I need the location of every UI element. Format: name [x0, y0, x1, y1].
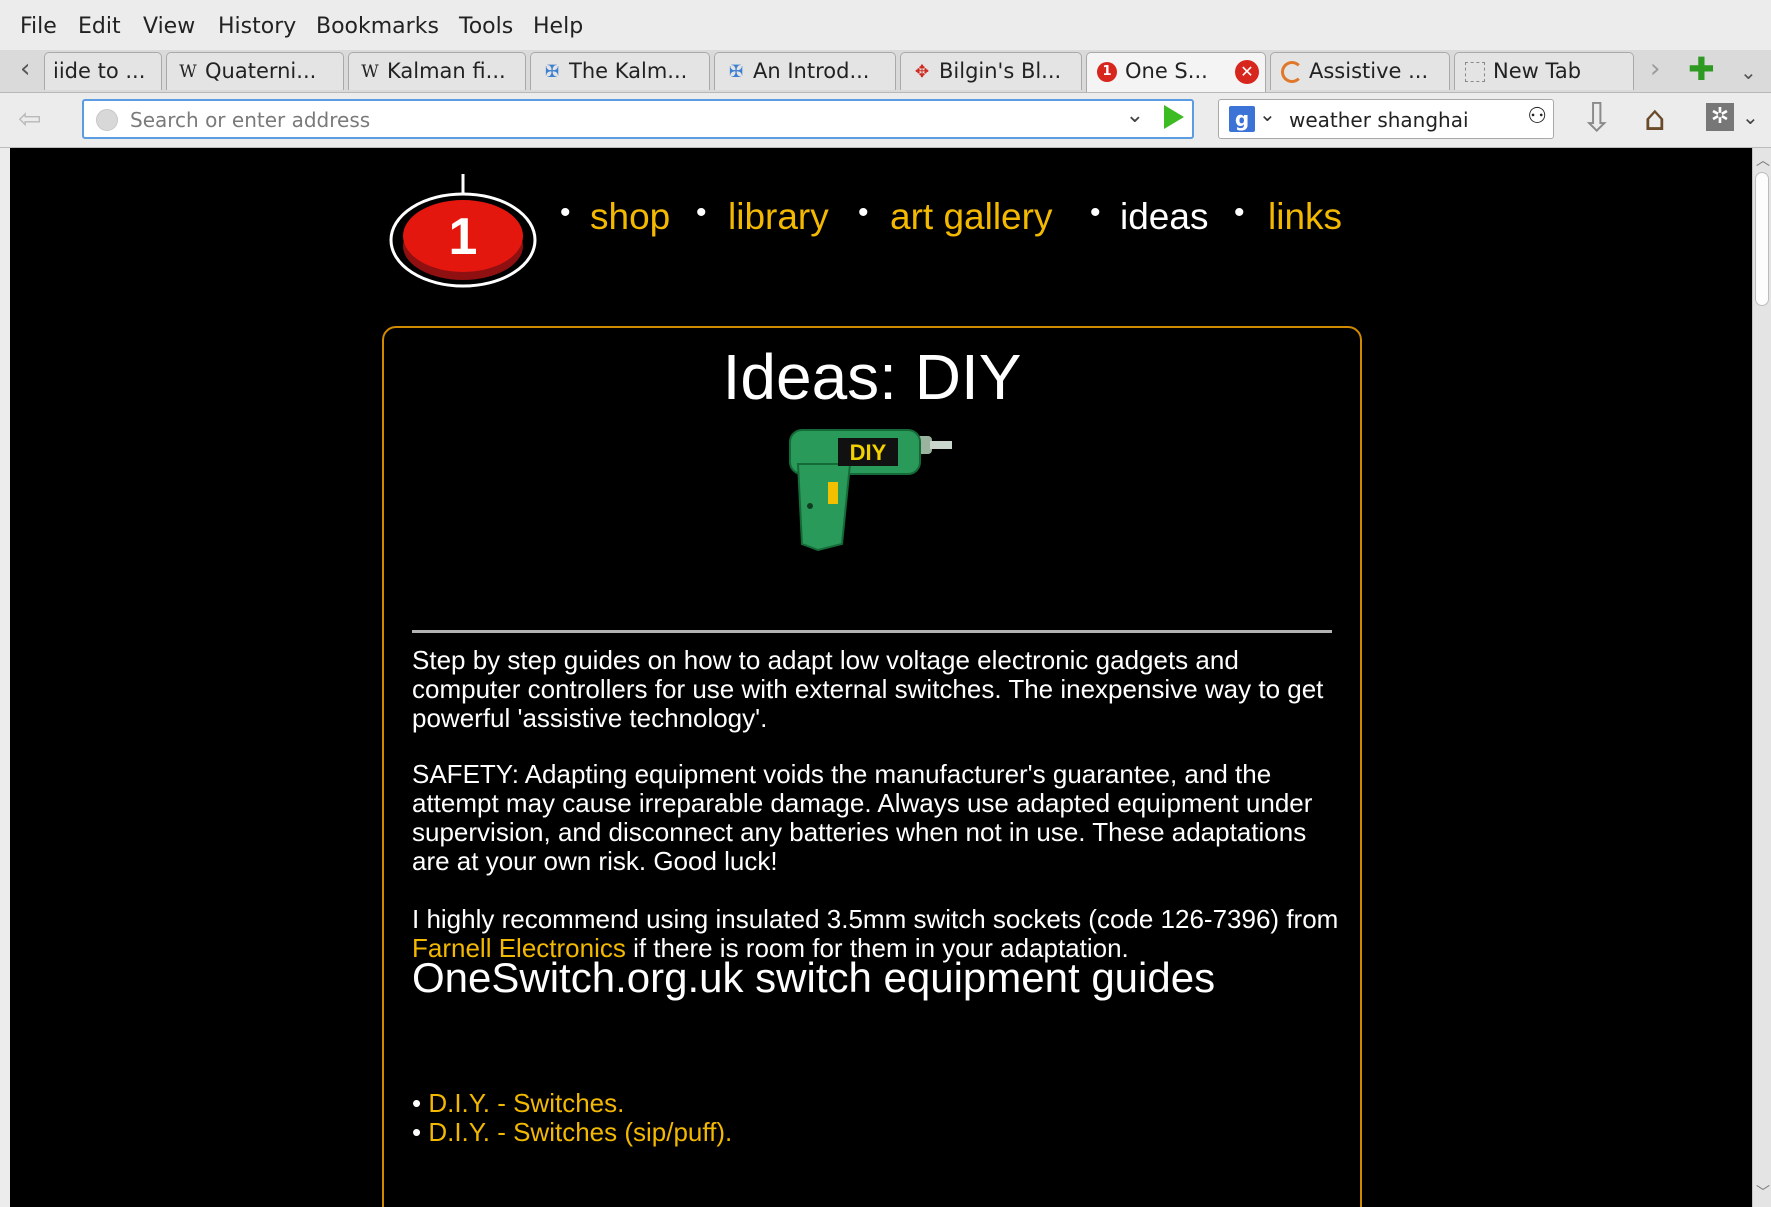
diy-drill-icon: DIY	[789, 429, 952, 552]
tab-an-introduction[interactable]: ✠ An Introd...	[714, 52, 896, 90]
guide-list-item: • D.I.Y. - Switches (sip/puff).	[412, 1117, 732, 1148]
guide-switches-link[interactable]: D.I.Y. - Switches.	[428, 1088, 624, 1118]
list-tabs-chevron-icon[interactable]: ⌄	[1740, 60, 1757, 84]
tab-label: Quaterni...	[205, 59, 317, 83]
guide-sip-puff-link[interactable]: D.I.Y. - Switches (sip/puff).	[428, 1117, 732, 1147]
scroll-tabs-right-icon[interactable]: ›	[1650, 54, 1660, 84]
back-arrow-icon[interactable]: ⇦	[18, 102, 60, 136]
tab-bilgins-blog[interactable]: ✥ Bilgin's Bl...	[900, 52, 1082, 90]
oneswitch-logo[interactable]: 1	[386, 172, 540, 298]
menu-bookmarks[interactable]: Bookmarks	[316, 14, 439, 39]
tab-assistive[interactable]: Assistive ...	[1270, 52, 1450, 90]
tab-label: Bilgin's Bl...	[939, 59, 1062, 83]
tab-label: Assistive ...	[1309, 59, 1429, 83]
intro-paragraph: Step by step guides on how to adapt low …	[412, 645, 1324, 733]
content-box: Ideas: DIY DIY Step by step guides on ho…	[382, 326, 1362, 1207]
tab-kalman-filter[interactable]: W Kalman fi...	[348, 52, 526, 90]
search-engine-icon[interactable]: g	[1229, 106, 1255, 132]
blog-icon: ✥	[914, 62, 930, 82]
tab-label: Kalman fi...	[387, 59, 506, 83]
tab-label: The Kalm...	[569, 59, 688, 83]
menu-bar: File Edit View History Bookmarks Tools H…	[0, 0, 1771, 50]
page-title: Ideas: DIY	[722, 341, 1022, 413]
tab-the-kalman[interactable]: ✠ The Kalm...	[530, 52, 710, 90]
edge-dot	[10, 1160, 20, 1182]
tab-guide[interactable]: iide to ...	[44, 52, 162, 90]
engine-chevron-icon[interactable]: ⌄	[1259, 102, 1276, 126]
edge-dot	[10, 1028, 20, 1050]
edge-dot	[10, 896, 20, 918]
blank-page-icon	[1465, 62, 1485, 82]
nav-links-link[interactable]: links	[1268, 196, 1342, 238]
nav-ideas-current: ideas	[1120, 196, 1209, 237]
tab-label: iide to ...	[53, 59, 146, 83]
safety-paragraph: SAFETY: Adapting equipment voids the man…	[412, 759, 1313, 876]
menu-history[interactable]: History	[218, 14, 296, 39]
page-viewport: 1 • shop • library • art gallery • ideas…	[10, 148, 1752, 1207]
go-arrow-icon[interactable]	[1164, 105, 1184, 129]
tab-one-switch[interactable]: 1 One S... ✕	[1086, 52, 1266, 92]
navigation-toolbar: ⇦ ⌄ g ⌄ ⚇ ⇩ ⌂ ✲ ⌄	[0, 93, 1771, 148]
nav-library-link[interactable]: library	[728, 196, 829, 238]
tab-quaternion[interactable]: W Quaterni...	[166, 52, 344, 90]
url-bar[interactable]: ⌄	[82, 99, 1194, 139]
wikipedia-icon: W	[361, 62, 379, 82]
scroll-up-icon[interactable]: ︿	[1756, 150, 1770, 170]
tab-strip: ‹ iide to ... W Quaterni... W Kalman fi.…	[0, 50, 1771, 93]
tab-new-tab[interactable]: New Tab	[1454, 52, 1634, 90]
unc-icon: ✠	[728, 62, 744, 82]
oneswitch-icon: 1	[1097, 62, 1117, 82]
addon-puzzle-icon[interactable]: ✲	[1706, 103, 1734, 131]
close-tab-icon[interactable]: ✕	[1235, 60, 1259, 84]
menu-help[interactable]: Help	[533, 14, 583, 39]
nav-shop-link[interactable]: shop	[590, 196, 670, 238]
list-bullet: •	[412, 1088, 429, 1118]
scrollbar-thumb[interactable]	[1755, 172, 1769, 306]
vertical-scrollbar[interactable]: ︿ ﹀	[1752, 148, 1771, 1207]
loading-icon	[1281, 61, 1303, 83]
download-arrow-icon[interactable]: ⇩	[1580, 95, 1614, 141]
nav-bullet: •	[1234, 196, 1245, 229]
globe-icon	[96, 109, 118, 131]
nav-bullet: •	[1090, 196, 1101, 229]
new-tab-plus-icon[interactable]: ✚	[1688, 50, 1715, 88]
logo-number: 1	[449, 208, 478, 266]
nav-art-gallery-link[interactable]: art gallery	[890, 196, 1052, 238]
recommend-text: I highly recommend using insulated 3.5mm…	[412, 904, 1339, 934]
tab-label: An Introd...	[753, 59, 870, 83]
menu-view[interactable]: View	[143, 14, 195, 39]
edge-dot	[10, 764, 20, 786]
nav-bullet: •	[696, 196, 707, 229]
unc-icon: ✠	[544, 62, 560, 82]
scroll-tabs-left-icon[interactable]: ‹	[20, 54, 30, 84]
tab-label: New Tab	[1493, 59, 1582, 83]
drill-label: DIY	[850, 440, 887, 465]
edge-dot	[10, 500, 20, 522]
home-icon[interactable]: ⌂	[1644, 99, 1666, 139]
addon-chevron-icon[interactable]: ⌄	[1742, 105, 1759, 129]
url-dropdown-chevron-icon[interactable]: ⌄	[1126, 103, 1144, 128]
edge-dot	[10, 632, 20, 654]
nav-bullet: •	[560, 196, 571, 229]
search-input[interactable]	[1287, 106, 1511, 134]
section-heading: OneSwitch.org.uk switch equipment guides	[412, 954, 1216, 1001]
list-bullet: •	[412, 1117, 429, 1147]
scroll-down-icon[interactable]: ﹀	[1756, 1182, 1770, 1202]
menu-file[interactable]: File	[20, 14, 57, 39]
guide-list-item: • D.I.Y. - Switches.	[412, 1088, 624, 1119]
nav-bullet: •	[858, 196, 869, 229]
wikipedia-icon: W	[179, 62, 197, 82]
menu-tools[interactable]: Tools	[459, 14, 513, 39]
search-bar[interactable]: g ⌄ ⚇	[1218, 99, 1554, 139]
address-input[interactable]	[128, 106, 1082, 134]
binoculars-icon[interactable]: ⚇	[1527, 104, 1547, 129]
menu-edit[interactable]: Edit	[78, 14, 121, 39]
tab-label: One S...	[1125, 59, 1208, 83]
divider	[412, 630, 1332, 633]
